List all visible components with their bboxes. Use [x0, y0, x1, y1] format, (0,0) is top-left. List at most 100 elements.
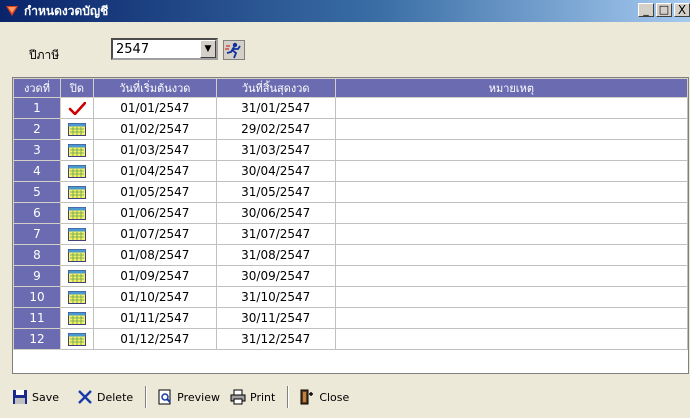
start-date-cell[interactable]: 01/09/2547 [92, 265, 217, 287]
calendar-icon [67, 207, 86, 220]
period-number: 3 [13, 139, 61, 161]
note-cell[interactable] [334, 181, 688, 203]
end-date-cell[interactable]: 31/10/2547 [215, 286, 336, 308]
note-cell[interactable] [334, 97, 688, 119]
end-date-cell[interactable]: 31/03/2547 [215, 139, 336, 161]
start-date-cell[interactable]: 01/04/2547 [92, 160, 217, 182]
end-date-cell[interactable]: 30/06/2547 [215, 202, 336, 224]
start-date-cell[interactable]: 01/11/2547 [92, 307, 217, 329]
start-date-cell[interactable]: 01/10/2547 [92, 286, 217, 308]
table-row[interactable]: 8 01/08/2547 31/08/2547 [13, 244, 688, 266]
period-number: 11 [13, 307, 61, 329]
save-button[interactable]: Save [12, 389, 59, 405]
note-cell[interactable] [334, 286, 688, 308]
exit-door-icon [300, 389, 314, 405]
end-date-cell[interactable]: 30/09/2547 [215, 265, 336, 287]
table-row[interactable]: 11 01/11/2547 30/11/2547 [13, 307, 688, 329]
table-row[interactable]: 10 01/10/2547 31/10/2547 [13, 286, 688, 308]
note-cell[interactable] [334, 307, 688, 329]
period-number: 6 [13, 202, 61, 224]
close-button[interactable]: Close [299, 389, 349, 405]
save-icon [13, 390, 27, 404]
closed-toggle[interactable] [59, 244, 94, 266]
col-period-no[interactable]: งวดที่ [13, 78, 61, 98]
col-start-date[interactable]: วันที่เริ่มต้นงวด [92, 78, 217, 98]
start-date-cell[interactable]: 01/03/2547 [92, 139, 217, 161]
start-date-cell[interactable]: 01/08/2547 [92, 244, 217, 266]
note-cell[interactable] [334, 223, 688, 245]
end-date-cell[interactable]: 30/11/2547 [215, 307, 336, 329]
minimize-button[interactable]: _ [638, 3, 654, 17]
checkmark-icon [68, 102, 86, 115]
year-select[interactable]: 2547 ▼ [111, 38, 218, 60]
delete-button[interactable]: Delete [77, 389, 133, 405]
chevron-down-icon[interactable]: ▼ [200, 40, 216, 58]
end-date-cell[interactable]: 30/04/2547 [215, 160, 336, 182]
end-date-cell[interactable]: 31/07/2547 [215, 223, 336, 245]
note-cell[interactable] [334, 265, 688, 287]
col-end-date[interactable]: วันที่สิ้นสุดงวด [215, 78, 336, 98]
note-cell[interactable] [334, 160, 688, 182]
note-cell[interactable] [334, 118, 688, 140]
col-closed[interactable]: ปิด [59, 78, 94, 98]
start-date-cell[interactable]: 01/12/2547 [92, 328, 217, 350]
closed-toggle[interactable] [59, 307, 94, 329]
table-row[interactable]: 3 01/03/2547 31/03/2547 [13, 139, 688, 161]
period-number: 7 [13, 223, 61, 245]
closed-toggle[interactable] [59, 181, 94, 203]
print-button[interactable]: Print [230, 389, 275, 405]
calendar-icon [67, 186, 86, 199]
delete-icon [78, 390, 92, 404]
table-row[interactable]: 6 01/06/2547 30/06/2547 [13, 202, 688, 224]
note-cell[interactable] [334, 328, 688, 350]
closed-toggle[interactable] [59, 202, 94, 224]
title-bar: กำหนดงวดบัญชี _ □ X [0, 0, 690, 22]
table-row[interactable]: 5 01/05/2547 31/05/2547 [13, 181, 688, 203]
printer-icon [230, 389, 246, 405]
close-window-button[interactable]: X [674, 3, 690, 17]
start-date-cell[interactable]: 01/02/2547 [92, 118, 217, 140]
start-date-cell[interactable]: 01/05/2547 [92, 181, 217, 203]
toolbar-separator [145, 386, 148, 408]
note-cell[interactable] [334, 244, 688, 266]
closed-toggle[interactable] [59, 118, 94, 140]
table-row[interactable]: 12 01/12/2547 31/12/2547 [13, 328, 688, 350]
closed-toggle[interactable] [59, 265, 94, 287]
table-row[interactable]: 1 01/01/2547 31/01/2547 [13, 97, 688, 119]
table-row[interactable]: 2 01/02/2547 29/02/2547 [13, 118, 688, 140]
end-date-cell[interactable]: 29/02/2547 [215, 118, 336, 140]
closed-toggle[interactable] [59, 97, 94, 119]
period-number: 10 [13, 286, 61, 308]
maximize-button[interactable]: □ [656, 3, 672, 17]
col-note[interactable]: หมายเหตุ [334, 78, 688, 98]
closed-toggle[interactable] [59, 286, 94, 308]
closed-toggle[interactable] [59, 160, 94, 182]
window-title: กำหนดงวดบัญชี [24, 3, 109, 18]
end-date-cell[interactable]: 31/08/2547 [215, 244, 336, 266]
period-number: 9 [13, 265, 61, 287]
closed-toggle[interactable] [59, 223, 94, 245]
start-date-cell[interactable]: 01/01/2547 [92, 97, 217, 119]
end-date-cell[interactable]: 31/12/2547 [215, 328, 336, 350]
year-value[interactable]: 2547 [113, 42, 200, 57]
table-row[interactable]: 9 01/09/2547 30/09/2547 [13, 265, 688, 287]
preview-button[interactable]: Preview [157, 389, 220, 405]
run-filter-icon[interactable] [223, 40, 245, 60]
start-date-cell[interactable]: 01/06/2547 [92, 202, 217, 224]
closed-toggle[interactable] [59, 328, 94, 350]
period-grid: งวดที่ ปิด วันที่เริ่มต้นงวด วันที่สิ้นส… [12, 77, 689, 374]
table-row[interactable]: 7 01/07/2547 31/07/2547 [13, 223, 688, 245]
calendar-icon [67, 270, 86, 283]
table-row[interactable]: 4 01/04/2547 30/04/2547 [13, 160, 688, 182]
note-cell[interactable] [334, 139, 688, 161]
end-date-cell[interactable]: 31/05/2547 [215, 181, 336, 203]
calendar-icon [67, 123, 86, 136]
closed-toggle[interactable] [59, 139, 94, 161]
start-date-cell[interactable]: 01/07/2547 [92, 223, 217, 245]
calendar-icon [67, 312, 86, 325]
note-cell[interactable] [334, 202, 688, 224]
save-label: Save [32, 390, 60, 404]
print-label: Print [250, 390, 276, 404]
end-date-cell[interactable]: 31/01/2547 [215, 97, 336, 119]
period-number: 1 [13, 97, 61, 119]
